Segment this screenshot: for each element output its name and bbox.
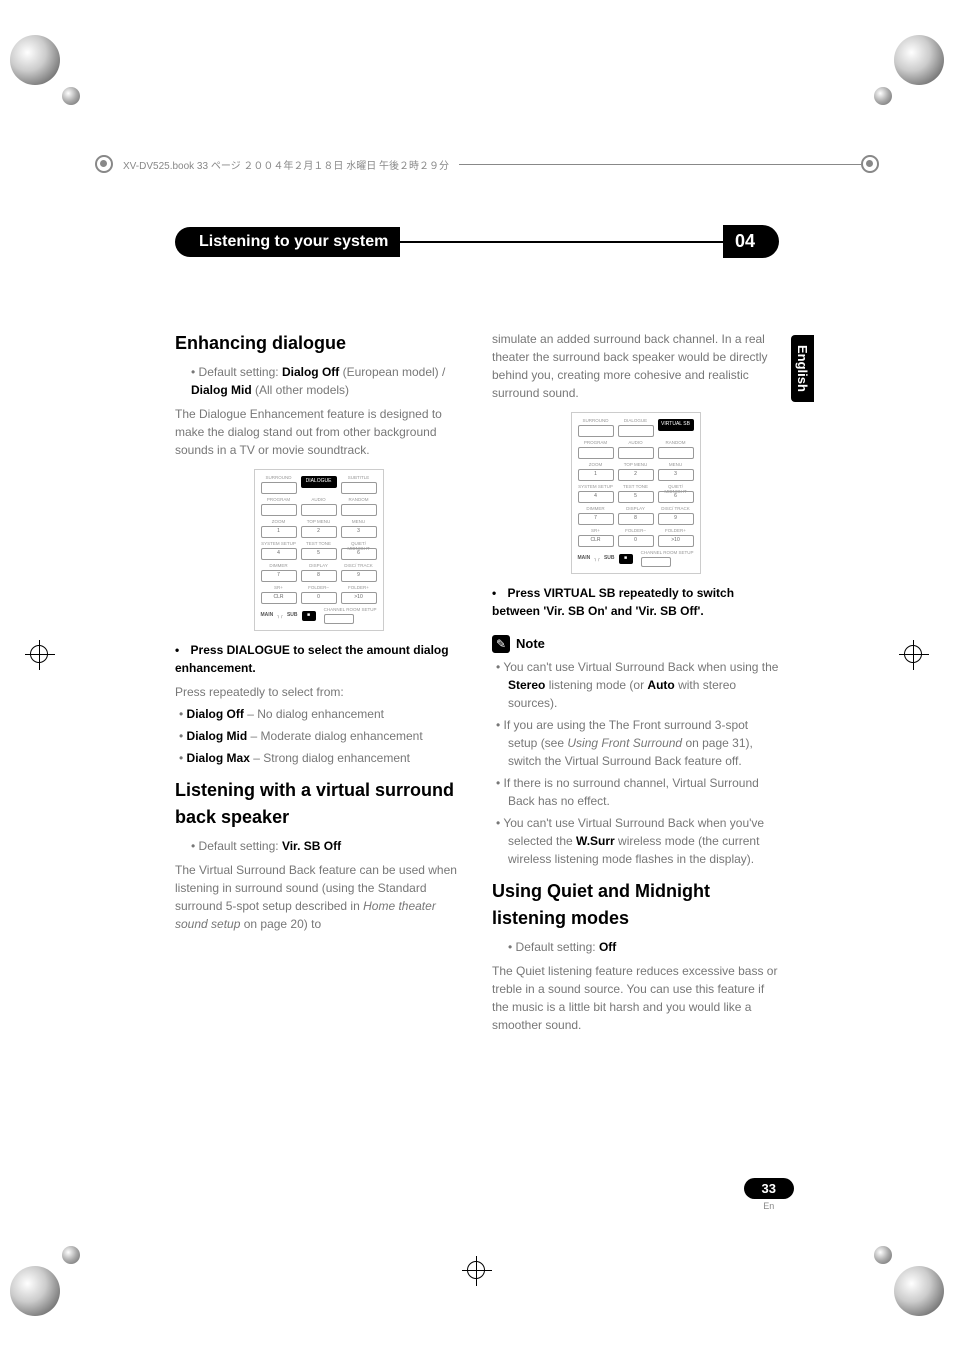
chapter-number: 04 (723, 225, 779, 258)
opt-dialog-off: Dialog Off – No dialog enhancement (175, 705, 462, 723)
left-column: Enhancing dialogue Default setting: Dial… (175, 330, 462, 1034)
default-setting-quiet: Default setting: Off (492, 938, 779, 956)
body-simulate: simulate an added surround back channel.… (492, 330, 779, 402)
note-item-1: You can't use Virtual Surround Back when… (492, 658, 779, 712)
note-icon (492, 635, 510, 653)
instruction-press-virtualsb: Press VIRTUAL SB repeatedly to switch be… (492, 584, 779, 620)
body-dialogue-feature: The Dialogue Enhancement feature is desi… (175, 405, 462, 459)
remote-diagram-1: SURROUND DIALOGUE SUBTITLE PROGRAM AUDIO… (254, 469, 384, 631)
opt-dialog-max: Dialog Max – Strong dialog enhancement (175, 749, 462, 767)
instruction-press-dialogue: Press DIALOGUE to select the amount dial… (175, 641, 462, 677)
main-content: Enhancing dialogue Default setting: Dial… (175, 330, 779, 1034)
note-label: Note (516, 634, 545, 654)
dialogue-button-highlight: DIALOGUE (301, 476, 337, 488)
right-column: simulate an added surround back channel.… (492, 330, 779, 1034)
book-icon (95, 155, 113, 173)
print-header: XV-DV525.book 33 ページ ２００４年２月１８日 水曜日 午後２時… (95, 155, 879, 173)
heading-virtual-surround: Listening with a virtual surround back s… (175, 777, 462, 831)
reg-icon (861, 155, 879, 173)
page-number: 33 En (744, 1178, 794, 1211)
heading-quiet-midnight: Using Quiet and Midnight listening modes (492, 878, 779, 932)
body-virtual-surround: The Virtual Surround Back feature can be… (175, 861, 462, 933)
virtualsb-button-highlight: VIRTUAL SB (658, 419, 694, 431)
page-number-value: 33 (744, 1178, 794, 1199)
note-header: Note (492, 634, 779, 654)
opt-dialog-mid: Dialog Mid – Moderate dialog enhancement (175, 727, 462, 745)
default-setting-dialog: Default setting: Dialog Off (European mo… (175, 363, 462, 399)
page-number-lang: En (744, 1201, 794, 1211)
note-item-2: If you are using the The Front surround … (492, 716, 779, 770)
header-text: XV-DV525.book 33 ページ ２００４年２月１８日 水曜日 午後２時… (123, 157, 449, 172)
language-tab: English (791, 335, 814, 402)
remote-diagram-2: SURROUND DIALOGUE VIRTUAL SB PROGRAM AUD… (571, 412, 701, 574)
page-header: Listening to your system 04 (175, 225, 779, 258)
body-quiet-feature: The Quiet listening feature reduces exce… (492, 962, 779, 1034)
heading-enhancing-dialogue: Enhancing dialogue (175, 330, 462, 357)
note-item-4: You can't use Virtual Surround Back when… (492, 814, 779, 868)
press-repeatedly: Press repeatedly to select from: (175, 683, 462, 701)
page-title: Listening to your system (175, 227, 400, 257)
default-setting-virsb: Default setting: Vir. SB Off (175, 837, 462, 855)
note-item-3: If there is no surround channel, Virtual… (492, 774, 779, 810)
